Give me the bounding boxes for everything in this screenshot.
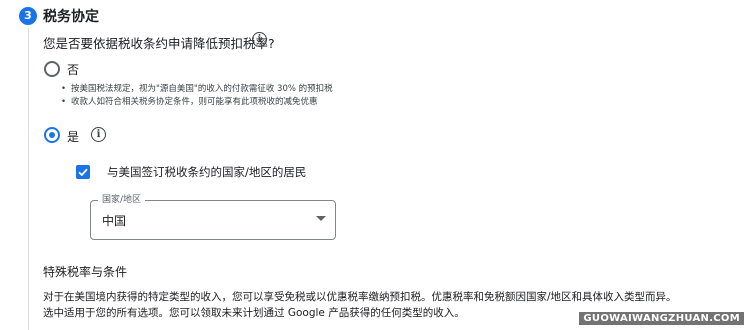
- resident-checkbox[interactable]: [76, 165, 90, 179]
- country-select-label: 国家/地区: [98, 192, 146, 205]
- check-icon: [78, 168, 88, 177]
- description-line: 对于在美国境内获得的特定类型的收入，您可以享受免税或以优惠税率缴纳预扣税。优惠税…: [43, 291, 677, 303]
- site-watermark: GUOWAIWANGZHUAN.COM: [579, 312, 744, 325]
- special-rates-heading: 特殊税率与条件: [43, 265, 128, 279]
- step-number-badge: 3: [19, 7, 37, 25]
- step-rail: [28, 28, 29, 330]
- no-option-notes: 按美国税法规定，视为"源自美国"的收入的付款需征收 30% 的预扣税 收款人如符…: [61, 83, 333, 109]
- question-info-icon[interactable]: i: [252, 32, 267, 47]
- treaty-question: 您是否要依据税收条约申请降低预扣税率?: [43, 36, 275, 51]
- yes-info-icon[interactable]: i: [91, 127, 106, 142]
- radio-yes[interactable]: [44, 127, 60, 143]
- note-bullet: 收款人如符合相关税务协定条件，则可能享有此项税收的减免优惠: [61, 96, 333, 109]
- radio-yes-label: 是: [67, 130, 80, 144]
- country-select-value: 中国: [102, 214, 127, 228]
- note-bullet: 按美国税法规定，视为"源自美国"的收入的付款需征收 30% 的预扣税: [61, 83, 333, 96]
- country-select[interactable]: [90, 200, 336, 240]
- radio-no[interactable]: [44, 61, 60, 77]
- radio-no-label: 否: [67, 63, 80, 77]
- resident-checkbox-label: 与美国签订税收条约的国家/地区的居民: [107, 165, 307, 179]
- section-title: 税务协定: [43, 9, 99, 25]
- chevron-down-icon[interactable]: [316, 216, 326, 221]
